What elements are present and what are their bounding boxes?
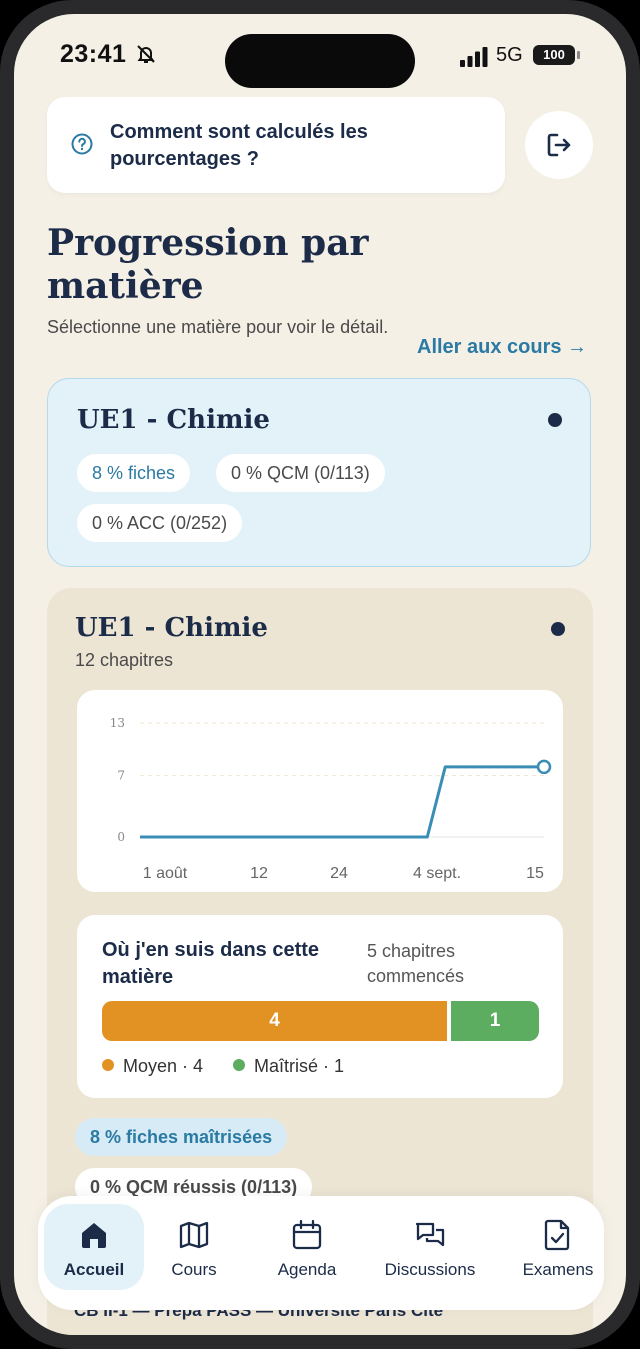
progress-chart-card: 0 7 13 1 août 12 24 4 sept. 15 (77, 690, 563, 892)
legend-moyen: Moyen · 4 (102, 1056, 203, 1077)
nav-label-cours: Cours (171, 1260, 217, 1279)
map-icon (179, 1221, 209, 1249)
nav-examens[interactable]: Examens (508, 1204, 608, 1290)
chapters-count: 12 chapitres (75, 650, 174, 670)
chat-icon (415, 1222, 445, 1247)
subject-title: UE1 - Chimie (77, 405, 270, 435)
logout-button[interactable] (525, 111, 593, 179)
subject-card[interactable]: UE1 - Chimie 8 % fiches 0 % QCM (0/113) … (47, 378, 591, 567)
bottom-nav: Accueil Cours Agenda Discussions Examens (38, 1196, 604, 1310)
y-tick-label: 0 (117, 830, 125, 844)
legend-dot-maitrise (233, 1059, 245, 1071)
battery-tip (577, 51, 580, 59)
legend-maitrise-label: Maîtrisé · 1 (254, 1056, 345, 1076)
dynamic-island (225, 34, 415, 88)
legend-moyen-label: Moyen · 4 (123, 1056, 204, 1076)
status-dot (548, 413, 562, 427)
battery-icon: 100 (533, 45, 575, 65)
x-tick-label: 12 (250, 865, 268, 882)
nav-label-agenda: Agenda (277, 1260, 337, 1279)
percentage-help-card[interactable]: Comment sont calculés les pourcentages ? (47, 97, 505, 193)
nav-discussions[interactable]: Discussions (368, 1204, 492, 1290)
pill-qcm: 0 % QCM (0/113) (216, 454, 385, 492)
x-tick-label: 4 sept. (413, 865, 461, 882)
x-tick-label: 24 (330, 865, 348, 882)
y-tick-label: 13 (110, 716, 125, 730)
page-subtitle: Sélectionne une matière pour voir le dét… (47, 317, 389, 337)
bar-segment-maitrise: 1 (451, 1001, 539, 1041)
status-bar: 23:41 5G 100 (14, 14, 626, 94)
calendar-icon (292, 1219, 322, 1250)
exam-icon (544, 1219, 570, 1251)
pill-fiches-maitrisees: 8 % fiches maîtrisées (75, 1118, 288, 1156)
nav-accueil[interactable]: Accueil (44, 1204, 144, 1290)
nav-cours[interactable]: Cours (154, 1204, 234, 1290)
nav-label-examens: Examens (522, 1260, 594, 1279)
legend-maitrise: Maîtrisé · 1 (233, 1056, 344, 1077)
nav-label-discussions: Discussions (384, 1260, 476, 1279)
nav-agenda[interactable]: Agenda (262, 1204, 352, 1290)
home-icon (82, 1223, 106, 1248)
page-title: Progression par matière (47, 222, 369, 307)
screen: 23:41 5G 100 Comment sont calculés les p… (14, 14, 626, 1335)
progress-breakdown-card: Où j'en suis dans cette matière 5 chapit… (77, 915, 563, 1098)
signal-icon (460, 47, 488, 67)
x-tick-label: 1 août (143, 865, 188, 882)
go-to-courses-link[interactable]: Aller aux cours → (417, 336, 587, 359)
legend-dot-moyen (102, 1059, 114, 1071)
help-label: Comment sont calculés les pourcentages ? (110, 121, 368, 170)
y-tick-label: 7 (117, 769, 125, 783)
progress-line-chart: 0 7 13 1 août 12 24 4 sept. 15 (110, 716, 552, 882)
nav-label-accueil: Accueil (63, 1260, 125, 1279)
x-tick-label: 15 (526, 865, 544, 882)
network-label: 5G (496, 44, 523, 66)
chapters-started: 5 chapitres commencés (367, 941, 465, 986)
series-end-point (536, 759, 552, 775)
series-line (140, 765, 544, 839)
logout-icon (547, 133, 571, 157)
question-icon (71, 133, 93, 155)
status-time: 23:41 (60, 40, 127, 68)
bell-muted-icon (137, 45, 155, 63)
bar-segment-moyen: 4 (102, 1001, 447, 1041)
pill-fiches: 8 % fiches (77, 454, 191, 492)
detail-title: UE1 - Chimie (75, 613, 268, 643)
detail-status-dot (551, 622, 565, 636)
breakdown-title: Où j'en suis dans cette matière (102, 939, 320, 988)
phone-frame: 23:41 5G 100 Comment sont calculés les p… (0, 0, 640, 1349)
pill-acc: 0 % ACC (0/252) (77, 504, 243, 542)
